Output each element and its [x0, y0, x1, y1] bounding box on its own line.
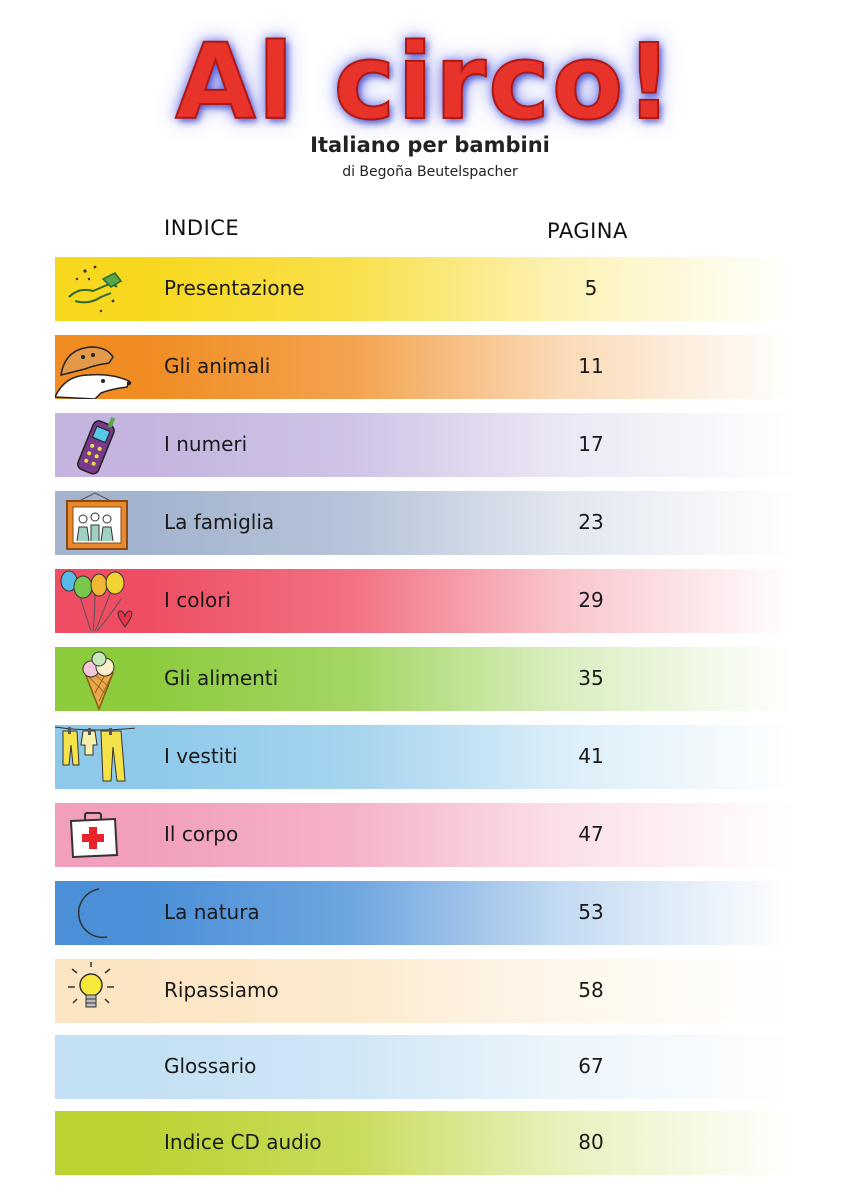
toc-page-number: 35	[578, 666, 604, 690]
toc-label: La famiglia	[164, 510, 275, 534]
toc-label: Gli alimenti	[164, 666, 279, 690]
toc-row-la-famiglia[interactable]: La famiglia 23	[55, 491, 795, 555]
toc-page-number: 80	[578, 1130, 604, 1154]
toc-label: Glossario	[164, 1054, 257, 1078]
book-author: di Begoña Beutelspacher	[342, 164, 518, 180]
ice-cream-icon	[55, 647, 135, 711]
first-aid-kit-icon	[55, 803, 135, 867]
light-bulb-icon	[55, 959, 135, 1023]
toc-label: Gli animali	[164, 354, 271, 378]
dogs-icon	[55, 335, 135, 399]
toc-row-indice-cd-audio[interactable]: Indice CD audio 80	[55, 1111, 795, 1175]
toc-label: Presentazione	[164, 276, 305, 300]
family-portrait-icon	[55, 491, 135, 555]
toc-page-number: 53	[578, 900, 604, 924]
toc-row-i-colori[interactable]: I colori 29	[55, 569, 795, 633]
toc-row-i-vestiti[interactable]: I vestiti 41	[55, 725, 795, 789]
toc-label: Il corpo	[164, 822, 239, 846]
toc-row-glossario[interactable]: Glossario 67	[55, 1035, 795, 1099]
toc-row-gli-alimenti[interactable]: Gli alimenti 35	[55, 647, 795, 711]
toc-page-number: 58	[578, 978, 604, 1002]
toc-row-presentazione[interactable]: Presentazione 5	[55, 257, 795, 321]
book-subtitle: Italiano per bambini	[310, 133, 550, 157]
toc-page-number: 67	[578, 1054, 604, 1078]
column-header-index: INDICE	[164, 216, 240, 240]
toc-label: La natura	[164, 900, 260, 924]
toc-page-number: 5	[584, 276, 598, 300]
clothesline-icon	[55, 725, 135, 789]
cellphone-icon	[55, 413, 135, 477]
column-header-page: PAGINA	[547, 219, 628, 243]
toc-row-la-natura[interactable]: La natura 53	[55, 881, 795, 945]
toc-row-i-numeri[interactable]: I numeri 17	[55, 413, 795, 477]
toc-label: Ripassiamo	[164, 978, 279, 1002]
toc-label: I numeri	[164, 432, 248, 456]
balloons-icon	[55, 569, 135, 633]
toc-row-il-corpo[interactable]: Il corpo 47	[55, 803, 795, 867]
toc-row-gli-animali[interactable]: Gli animali 11	[55, 335, 795, 399]
toc-page-number: 47	[578, 822, 604, 846]
toc-label: I colori	[164, 588, 232, 612]
moon-icon	[55, 881, 135, 945]
toc-label: I vestiti	[164, 744, 238, 768]
book-title: Al circo!	[174, 21, 675, 143]
toc-page-number: 29	[578, 588, 604, 612]
handshake-icon	[55, 257, 135, 321]
toc-page-number: 41	[578, 744, 604, 768]
toc-row-ripassiamo[interactable]: Ripassiamo 58	[55, 959, 795, 1023]
toc-page-number: 11	[578, 354, 604, 378]
toc-page-number: 23	[578, 510, 604, 534]
toc-label: Indice CD audio	[164, 1130, 322, 1154]
toc-page-number: 17	[578, 432, 604, 456]
